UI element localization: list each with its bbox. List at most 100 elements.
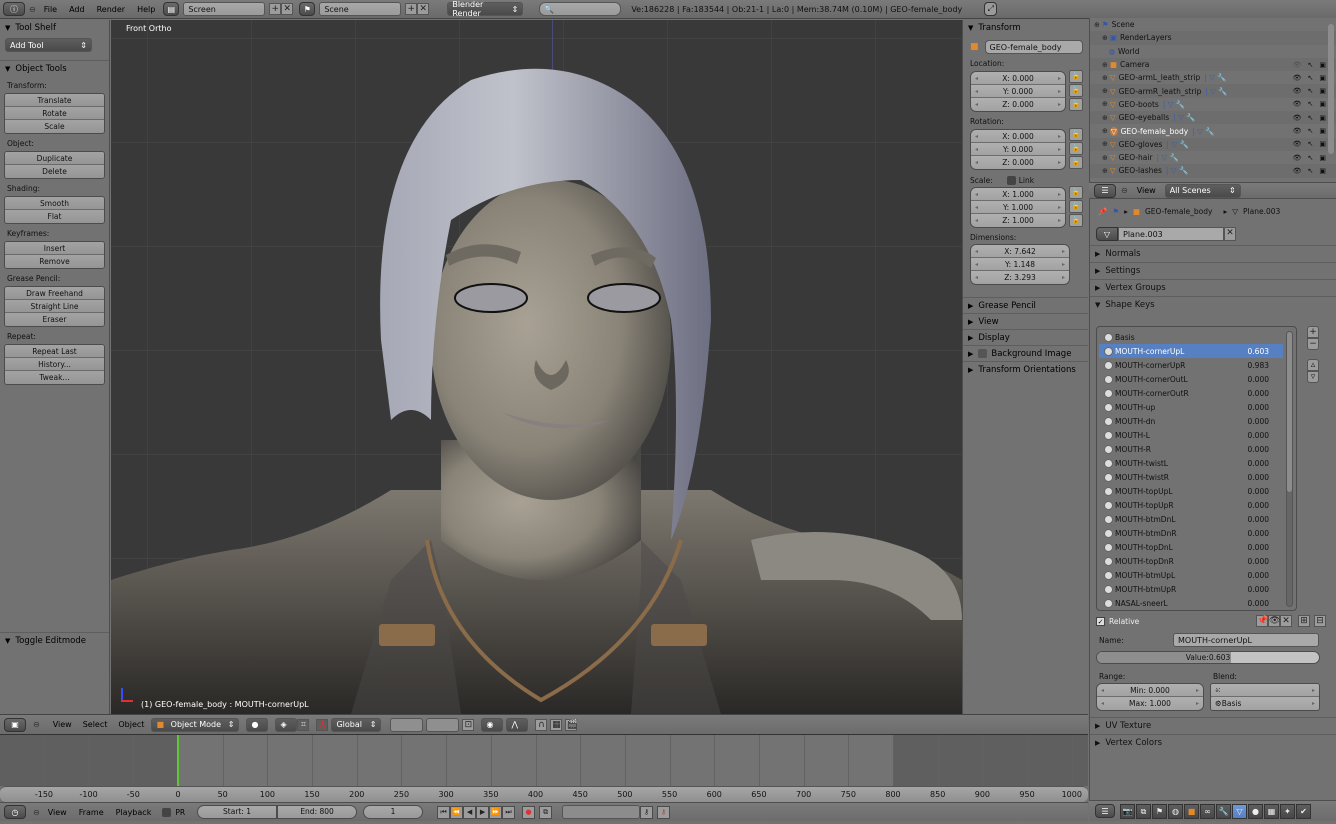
rotation-x-field[interactable]: X: 0.000 [971,129,1065,143]
lock-icon[interactable]: 🔓 [1069,200,1083,213]
visibility-eye-icon[interactable]: 👁 [1293,87,1302,95]
character-model[interactable] [111,20,962,714]
lock-layers-button[interactable]: ⊡ [462,718,475,731]
playhead[interactable] [177,735,179,786]
shape-key-item[interactable]: MOUTH-topDnR 0.000 [1099,554,1283,568]
menu-help[interactable]: Help [133,5,159,14]
fullscreen-toggle-icon[interactable]: ⤢ [984,2,998,16]
shape-key-value[interactable]: 0.000 [1248,375,1269,384]
transform-manipulator-icon[interactable]: ⅄ [316,718,329,731]
screen-layout-field[interactable]: Screen [183,2,266,16]
panel-header-vertex-colors[interactable]: ▶ Vertex Colors [1090,734,1336,751]
shape-key-value[interactable]: 0.000 [1248,585,1269,594]
tool-button-draw-freehand[interactable]: Draw Freehand [5,287,104,300]
scale-x-field[interactable]: X: 1.000 [971,187,1065,201]
expand-toggle-icon[interactable]: ⊕ [1102,61,1108,69]
expand-toggle-icon[interactable]: ⊕ [1102,100,1108,108]
visibility-eye-icon[interactable]: 👁 [1293,127,1302,135]
shape-key-item[interactable]: MOUTH-topUpR 0.000 [1099,498,1283,512]
panel-header-vertex-groups[interactable]: ▶ Vertex Groups [1090,279,1336,296]
unlink-mesh-button[interactable]: ✕ [1224,227,1236,241]
shape-key-value[interactable]: 0.000 [1248,543,1269,552]
jump-to-keyframe-back-button[interactable]: ⏪ [450,805,464,819]
insert-keyframe-button[interactable]: ⚷ [640,805,654,819]
transform-panel-header[interactable]: ▼ Transform [963,20,1088,36]
constraints-context-tab[interactable]: ∞ [1200,803,1215,819]
3d-viewport[interactable]: Front Ortho (1) GEO-female_body : MOUTH-… [111,20,962,714]
lock-icon[interactable]: 🔓 [1069,70,1083,83]
panel-header-grease-pencil[interactable]: ▶ Grease Pencil [963,297,1088,313]
menu-view[interactable]: View [49,720,76,729]
panel-header-normals[interactable]: ▶ Normals [1090,245,1336,262]
tool-button-flat[interactable]: Flat [5,210,104,223]
location-y-field[interactable]: Y: 0.000 [971,84,1065,98]
expand-toggle-icon[interactable]: ⊕ [1102,34,1108,42]
shape-key-edit-mode-button[interactable]: 👁 [1268,615,1280,627]
lock-icon[interactable]: 🔓 [1069,98,1083,111]
shape-key-value[interactable]: 0.000 [1248,445,1269,454]
shape-key-value[interactable]: 0.000 [1248,487,1269,496]
visibility-eye-icon[interactable]: 👁 [1293,167,1302,175]
shape-key-value[interactable]: 0.603 [1248,347,1269,356]
dimensions-x-field[interactable]: X: 7.642 [971,245,1069,258]
shape-key-value[interactable]: 0.000 [1248,403,1269,412]
shape-key-item[interactable]: MOUTH-btmUpR 0.000 [1099,582,1283,596]
clear-shape-keys-button[interactable]: ✕ [1280,615,1292,627]
object-context-tab[interactable]: ■ [1184,803,1199,819]
scene-field[interactable]: Scene [319,2,402,16]
expand-toggle-icon[interactable]: ⊕ [1102,74,1108,82]
shape-key-value[interactable]: 0.000 [1248,389,1269,398]
timeline-menu-frame[interactable]: Frame [75,808,108,817]
object-name-field[interactable]: GEO-female_body [984,40,1083,54]
shape-key-value[interactable]: 0.000 [1248,529,1269,538]
expand-toggle-icon[interactable] [1102,47,1106,55]
tool-button-smooth[interactable]: Smooth [5,197,104,210]
physics-context-tab[interactable]: ✔ [1296,803,1311,819]
shape-key-item[interactable]: MOUTH-topUpL 0.000 [1099,484,1283,498]
menu-render[interactable]: Render [93,5,129,14]
blend-relative-key-field[interactable]: ⚙Basis [1211,697,1319,710]
dimensions-z-field[interactable]: Z: 3.293 [971,271,1069,284]
selectable-cursor-icon[interactable]: ↖ [1308,100,1314,108]
outliner-item[interactable]: ⊕ ▽ GEO-armL_leath_strip | ▽ 🔧 👁 ↖ ▣ [1090,71,1336,84]
jump-to-end-button[interactable]: ⏭ [502,805,516,819]
editor-type-3d-view-button[interactable]: ▣ [4,717,26,732]
world-context-tab[interactable]: ◍ [1168,803,1183,819]
transform-orientation-dropdown[interactable]: Global ⇕ [331,717,382,732]
shape-key-edit-button[interactable]: ⊟ [1314,615,1326,627]
add-shape-key-button[interactable]: + [1307,326,1319,338]
add-scene-button[interactable]: + [405,3,418,15]
collapse-menu-icon[interactable]: ⊖ [29,5,36,14]
falloff-dropdown[interactable]: ⋀ [506,717,529,732]
outliner-item[interactable]: ⊕ ▽ GEO-female_body | ▽ 🔧 👁 ↖ ▣ [1090,124,1336,137]
shape-key-item[interactable]: NASAL-sneerL 0.000 [1099,596,1283,610]
shape-key-item[interactable]: MOUTH-twistR 0.000 [1099,470,1283,484]
menu-file[interactable]: File [40,5,61,14]
editor-type-properties-button[interactable]: ☰ [1095,804,1115,818]
snap-magnet-button[interactable]: ∩ [535,718,548,731]
scene-context-tab[interactable]: ⚑ [1152,803,1167,819]
outliner-item[interactable]: ⊕ ▽ GEO-lashes | ▽ 🔧 👁 ↖ ▣ [1090,164,1336,178]
visibility-eye-icon[interactable]: 👁 [1293,140,1302,148]
selectable-cursor-icon[interactable]: ↖ [1308,87,1314,95]
lock-icon[interactable]: 🔓 [1069,186,1083,199]
tool-button-eraser[interactable]: Eraser [5,313,104,326]
rotation-y-field[interactable]: Y: 0.000 [971,142,1065,156]
outliner-item[interactable]: ⊕ ▽ GEO-gloves | ▽ 🔧 👁 ↖ ▣ [1090,137,1336,151]
link-checkbox[interactable] [1006,176,1016,185]
current-frame-field[interactable]: 1 [363,805,424,819]
add-tool-dropdown[interactable]: Add Tool ⇕ [5,38,92,52]
layer-buttons-2[interactable] [426,717,460,732]
tool-button-rotate[interactable]: Rotate [5,107,104,120]
rotation-z-field[interactable]: Z: 0.000 [971,155,1065,169]
auto-keyframe-record-button[interactable]: ● [522,805,536,819]
render-context-tab[interactable]: 📷 [1120,803,1135,819]
end-frame-field[interactable]: End: 800 [277,805,358,819]
collapse-menu-icon[interactable]: ⊖ [33,720,40,729]
outliner-display-mode-dropdown[interactable]: All Scenes ⇕ [1164,183,1241,198]
renderable-camera-icon[interactable]: ▣ [1319,127,1326,135]
tool-button-repeat-last[interactable]: Repeat Last [5,345,104,358]
move-shape-key-down-button[interactable]: ▿ [1307,371,1319,383]
scrollbar-thumb[interactable] [1287,332,1292,492]
shape-key-from-mix-button[interactable]: ⊞ [1298,615,1310,627]
